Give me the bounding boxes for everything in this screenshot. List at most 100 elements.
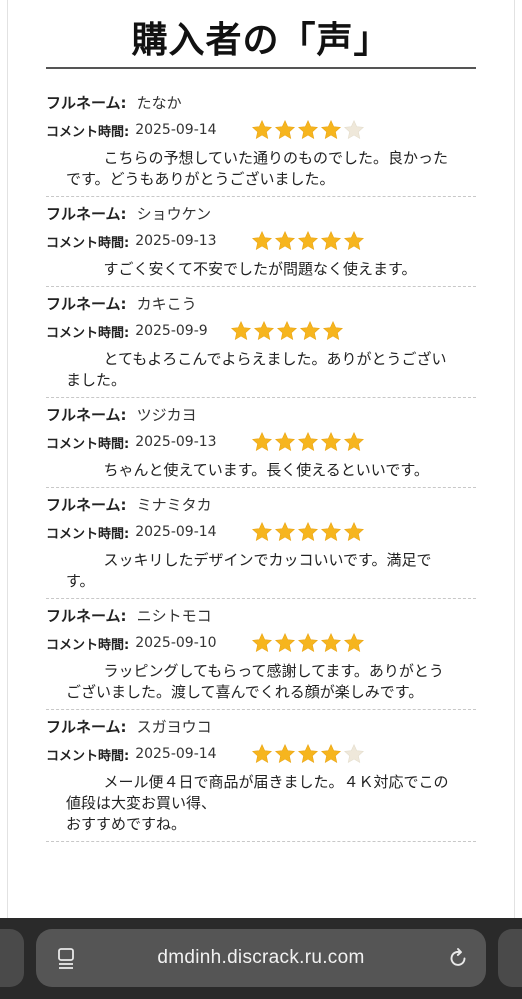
- star-empty-icon: [343, 743, 364, 763]
- full-name-label: フルネーム:: [46, 205, 127, 223]
- comment-date: 2025-09-13: [135, 233, 217, 249]
- comment-time-row: コメント時間: 2025-09-14: [46, 116, 476, 144]
- review-comment: メール便４日で商品が届きました。４Ｋ対応でこの値段は大変お買い得、 おすすめです…: [66, 773, 449, 833]
- star-filled-icon: [251, 521, 272, 541]
- star-filled-icon: [320, 230, 341, 250]
- address-bar[interactable]: dmdinh.discrack.ru.com: [36, 929, 486, 987]
- previous-tab-preview[interactable]: [0, 929, 24, 987]
- star-filled-icon: [343, 431, 364, 451]
- reload-icon[interactable]: [446, 946, 470, 970]
- star-empty-icon: [343, 119, 364, 139]
- left-border: [7, 0, 8, 918]
- comment-time-label: コメント時間:: [46, 436, 130, 452]
- comment-time-label: コメント時間:: [46, 235, 130, 251]
- star-filled-icon: [322, 320, 343, 340]
- comment-time-row: コメント時間: 2025-09-10: [46, 629, 476, 657]
- star-filled-icon: [251, 230, 272, 250]
- reviewer-row: フルネーム: ツジカヨ: [46, 404, 476, 428]
- full-name-label: フルネーム:: [46, 295, 127, 313]
- comment-time-row: コメント時間: 2025-09-13: [46, 227, 476, 255]
- comment-time-label: コメント時間:: [46, 124, 130, 140]
- right-border: [514, 0, 515, 918]
- full-name-label: フルネーム:: [46, 607, 127, 625]
- comment-time-row: コメント時間: 2025-09-9: [46, 317, 476, 345]
- star-rating: [251, 521, 366, 543]
- comment-time-row: コメント時間: 2025-09-13: [46, 428, 476, 456]
- title-divider: [46, 67, 476, 69]
- star-filled-icon: [251, 119, 272, 139]
- comment-date: 2025-09-9: [135, 323, 208, 339]
- review-comment: スッキリしたデザインでカッコいいです。満足です。: [66, 551, 432, 590]
- reviewer-name: ショウケン: [136, 205, 212, 223]
- star-filled-icon: [297, 521, 318, 541]
- review-item: フルネーム: ショウケン コメント時間: 2025-09-13 すごく安くて不安でしたが…: [46, 197, 476, 287]
- star-filled-icon: [343, 521, 364, 541]
- star-filled-icon: [253, 320, 274, 340]
- star-filled-icon: [251, 431, 272, 451]
- comment-time-label: コメント時間:: [46, 637, 130, 653]
- star-filled-icon: [297, 431, 318, 451]
- star-filled-icon: [343, 632, 364, 652]
- url-text[interactable]: dmdinh.discrack.ru.com: [36, 947, 486, 969]
- star-filled-icon: [274, 743, 295, 763]
- star-filled-icon: [297, 632, 318, 652]
- review-comment: こちらの予想していた通りのものでした。良かったです。どうもありがとうございました…: [66, 149, 449, 188]
- review-comment: ちゃんと使えています。長く使えるといいです。: [103, 461, 429, 479]
- star-rating: [251, 431, 366, 453]
- review-comment: とてもよろこんでよらえました。ありがとうございました。: [66, 350, 447, 389]
- star-filled-icon: [251, 743, 272, 763]
- star-filled-icon: [297, 743, 318, 763]
- page-menu-icon[interactable]: [56, 946, 78, 970]
- reviewer-name: ニシトモコ: [136, 607, 212, 625]
- star-filled-icon: [274, 230, 295, 250]
- star-rating: [251, 119, 366, 141]
- comment-date: 2025-09-14: [135, 746, 217, 762]
- star-filled-icon: [320, 521, 341, 541]
- star-filled-icon: [276, 320, 297, 340]
- star-rating: [251, 743, 366, 765]
- reviewer-name: スガヨウコ: [136, 718, 212, 736]
- full-name-label: フルネーム:: [46, 94, 127, 112]
- comment-date: 2025-09-10: [135, 635, 217, 651]
- comment-time-label: コメント時間:: [46, 325, 130, 341]
- review-comment: すごく安くて不安でしたが問題なく使えます。: [103, 260, 417, 278]
- star-filled-icon: [299, 320, 320, 340]
- comment-time-label: コメント時間:: [46, 526, 130, 542]
- review-item: フルネーム: ミナミタカコメント時間: 2025-09-14 スッキリしたデザインでカ…: [46, 488, 476, 599]
- star-rating: [251, 632, 366, 654]
- review-item: フルネーム: たなかコメント時間: 2025-09-14 こちらの予想していた通りのも…: [46, 86, 476, 197]
- star-filled-icon: [320, 431, 341, 451]
- review-item: フルネーム: ニシトモコ コメント時間: 2025-09-10 ラッピングしてもらって感…: [46, 599, 476, 710]
- star-filled-icon: [274, 119, 295, 139]
- star-filled-icon: [297, 230, 318, 250]
- reviewer-row: フルネーム: ショウケン: [46, 203, 476, 227]
- reviewer-row: フルネーム: カキこう: [46, 293, 476, 317]
- star-filled-icon: [274, 632, 295, 652]
- star-filled-icon: [274, 431, 295, 451]
- full-name-label: フルネーム:: [46, 718, 127, 736]
- star-rating: [251, 230, 366, 252]
- comment-time-row: コメント時間: 2025-09-14: [46, 740, 476, 768]
- reviewer-row: フルネーム: ニシトモコ: [46, 605, 476, 629]
- star-filled-icon: [251, 632, 272, 652]
- page-title: 購入者の「声」: [131, 20, 391, 61]
- star-filled-icon: [230, 320, 251, 340]
- comment-date: 2025-09-14: [135, 524, 217, 540]
- star-filled-icon: [320, 119, 341, 139]
- full-name-label: フルネーム:: [46, 496, 127, 514]
- reviewer-row: フルネーム: たなか: [46, 92, 476, 116]
- reviewer-name: ツジカヨ: [136, 406, 197, 424]
- star-filled-icon: [320, 632, 341, 652]
- comment-date: 2025-09-13: [135, 434, 217, 450]
- review-item: フルネーム: カキこうコメント時間: 2025-09-9 とてもよろこんでよらえました…: [46, 287, 476, 398]
- next-tab-preview[interactable]: [498, 929, 522, 987]
- comment-time-label: コメント時間:: [46, 748, 130, 764]
- browser-toolbar: dmdinh.discrack.ru.com: [0, 918, 522, 999]
- review-list: フルネーム: たなかコメント時間: 2025-09-14 こちらの予想していた通りのも…: [46, 86, 476, 842]
- review-comment: ラッピングしてもらって感謝してます。ありがとうございました。渡して喜んでくれる顔…: [66, 662, 444, 701]
- comment-time-row: コメント時間: 2025-09-14: [46, 518, 476, 546]
- comment-date: 2025-09-14: [135, 122, 217, 138]
- star-filled-icon: [320, 743, 341, 763]
- reviewer-row: フルネーム: ミナミタカ: [46, 494, 476, 518]
- page: 購入者の「声」 フルネーム: たなかコメント時間: 2025-09-14 こちらの予想…: [0, 0, 522, 999]
